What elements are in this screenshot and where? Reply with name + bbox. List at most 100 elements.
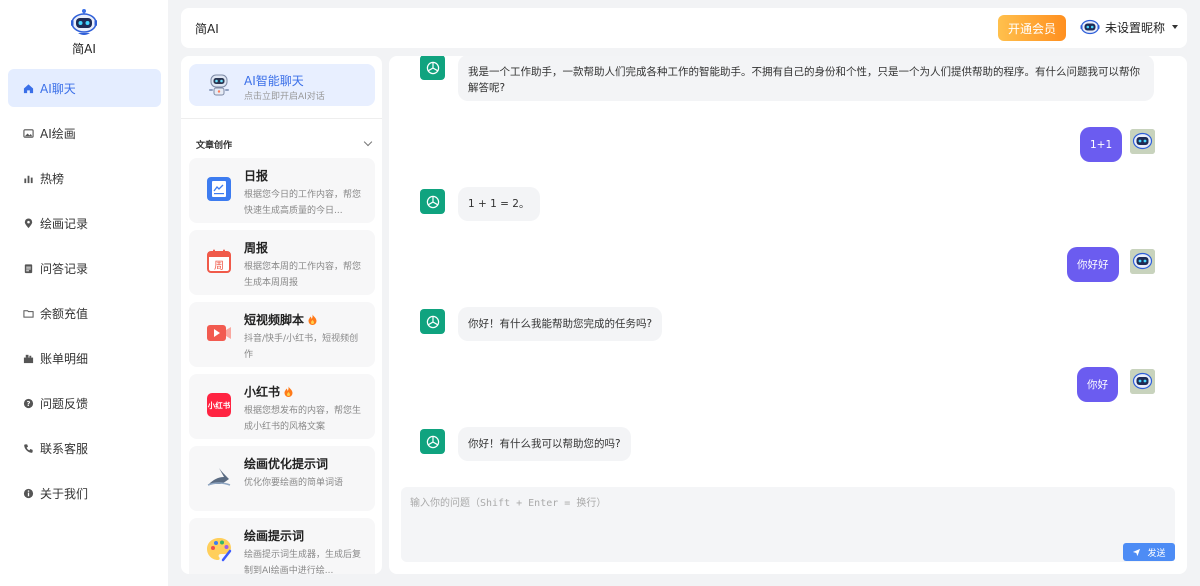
ai-message: 我是一个工作助手，一款帮助人们完成各种工作的智能助手。不拥有自己的身份和个性，只… [458, 56, 1154, 101]
xiaohongshu-icon: 小红书 [206, 392, 232, 418]
app-card-title: 短视频脚本 [244, 311, 317, 328]
ai-chat-entry[interactable]: AI智能聊天 点击立即开启AI对话 [189, 64, 375, 106]
nav-item-label: AI聊天 [40, 81, 76, 96]
nav-item-hot-list[interactable]: 热榜 [8, 159, 161, 197]
daily-report-icon [206, 176, 232, 202]
info-icon [22, 487, 34, 499]
sidebar: 简AI AI聊天 AI绘画 热榜 绘画记录 问答记录 余额充值 账单明细 ? 问… [0, 0, 168, 586]
nav-item-bill-details[interactable]: 账单明细 [8, 339, 161, 377]
svg-text:周: 周 [214, 260, 224, 272]
user-message: 1+1 [1080, 127, 1123, 162]
palette-icon [206, 536, 232, 562]
chevron-down-icon [363, 137, 373, 147]
app-card-title: 日报 [244, 169, 269, 183]
fire-icon [308, 314, 317, 325]
user-menu[interactable]: 未设置昵称 [1080, 17, 1179, 37]
app-card-drawing-prompt[interactable]: 绘画提示词 绘画提示词生成器，生成后复制到AI绘画中进行绘... [189, 518, 375, 574]
app-card-desc: 优化你要绘画的简单词语 [244, 478, 344, 488]
chatgpt-logo-icon [420, 189, 445, 214]
nav-item-label: 热榜 [40, 171, 65, 186]
nav-item-label: 联系客服 [40, 441, 89, 456]
app-card-desc: 根据您想发布的内容，帮您生成小红书的风格文案 [244, 406, 362, 432]
image-icon [22, 127, 34, 139]
section-header-article[interactable]: 文章创作 [196, 137, 373, 151]
apps-panel: AI智能聊天 点击立即开启AI对话 文章创作 日报 根据您今日的工作内容，帮您快… [181, 56, 382, 574]
section-title: 文章创作 [196, 141, 233, 151]
ai-message: 你好！有什么我可以帮助您的吗? [458, 427, 631, 461]
nav-item-label: 账单明细 [40, 351, 89, 366]
nav-item-contact-support[interactable]: 联系客服 [8, 429, 161, 467]
chatgpt-logo-icon [420, 309, 445, 334]
divider [181, 118, 382, 119]
app-card-drawing-prompt-optimize[interactable]: 绘画优化提示词 优化你要绘画的简单词语 [189, 446, 375, 511]
ai-message: 你好！有什么我能帮助您完成的任务吗? [458, 307, 663, 341]
app-card-xiaohongshu[interactable]: 小红书 小红书 根据您想发布的内容，帮您生成小红书的风格文案 [189, 374, 375, 439]
nav-item-label: 问答记录 [40, 261, 89, 276]
app-card-short-video-script[interactable]: 短视频脚本 抖音/快手/小红书，短视频创作 [189, 302, 375, 367]
app-card-desc: 根据您本周的工作内容，帮您生成本周周报 [244, 262, 362, 288]
app-card-title: 绘画提示词 [244, 529, 305, 543]
folder-icon [22, 307, 34, 319]
top-bar: 简AI 开通会员 未设置昵称 [181, 8, 1187, 48]
app-card-weekly-report[interactable]: 周 周报 根据您本周的工作内容，帮您生成本周周报 [189, 230, 375, 295]
fire-icon [284, 386, 293, 397]
shark-icon [206, 464, 232, 490]
nav-item-label: AI绘画 [40, 126, 76, 141]
home-icon [22, 82, 34, 94]
weekly-calendar-icon: 周 [206, 248, 232, 274]
nav-item-label: 关于我们 [40, 486, 89, 501]
question-icon: ? [22, 397, 34, 409]
nav-item-drawing-records[interactable]: 绘画记录 [8, 204, 161, 242]
open-vip-button[interactable]: 开通会员 [998, 15, 1066, 41]
chatgpt-logo-icon [420, 429, 445, 454]
ai-chat-entry-subtitle: 点击立即开启AI对话 [244, 92, 325, 102]
nav-item-label: 绘画记录 [40, 216, 89, 231]
app-card-title: 绘画优化提示词 [244, 457, 329, 471]
send-button[interactable]: 发送 [1123, 543, 1175, 561]
avatar [1080, 17, 1100, 37]
nav-item-recharge[interactable]: 余额充值 [8, 294, 161, 332]
app-card-daily-report[interactable]: 日报 根据您今日的工作内容，帮您快速生成高质量的今日... [189, 158, 375, 223]
app-card-desc: 根据您今日的工作内容，帮您快速生成高质量的今日... [244, 190, 362, 216]
nav-item-label: 问题反馈 [40, 396, 89, 411]
robot-icon [207, 72, 231, 98]
chatgpt-logo-icon [420, 56, 445, 80]
svg-text:?: ? [26, 399, 30, 407]
phone-icon [22, 442, 34, 454]
app-card-title: 小红书 [244, 383, 293, 400]
page-title: 简AI [195, 21, 219, 36]
app-card-desc: 绘画提示词生成器，生成后复制到AI绘画中进行绘... [244, 550, 362, 574]
user-avatar [1130, 129, 1155, 154]
nav-item-ai-drawing[interactable]: AI绘画 [8, 114, 161, 152]
nav-item-about-us[interactable]: 关于我们 [8, 474, 161, 512]
user-avatar [1130, 369, 1155, 394]
question-input[interactable] [401, 487, 1175, 562]
bar-chart-icon [22, 172, 34, 184]
user-message: 你好 [1077, 367, 1118, 402]
user-message: 你好好 [1067, 247, 1119, 282]
app-card-desc: 抖音/快手/小红书，短视频创作 [244, 334, 359, 360]
brand-name: 简AI [72, 42, 96, 56]
caret-down-icon [1172, 25, 1179, 29]
chat-area: 我是一个工作助手，一款帮助人们完成各种工作的智能助手。不拥有自己的身份和个性，只… [389, 56, 1187, 574]
clipboard-icon [22, 262, 34, 274]
bill-icon [22, 352, 34, 364]
send-label: 发送 [1147, 548, 1166, 559]
app-list: 日报 根据您今日的工作内容，帮您快速生成高质量的今日... 周 周报 根据您本周… [189, 158, 375, 574]
send-icon [1133, 548, 1141, 556]
nav-item-qa-records[interactable]: 问答记录 [8, 249, 161, 287]
robot-logo-icon [70, 8, 98, 38]
nav-list: AI聊天 AI绘画 热榜 绘画记录 问答记录 余额充值 账单明细 ? 问题反馈 … [8, 69, 161, 519]
svg-text:小红书: 小红书 [208, 400, 231, 410]
nav-item-ai-chat[interactable]: AI聊天 [8, 69, 161, 107]
video-icon [206, 320, 232, 346]
ai-message: 1 + 1 = 2。 [458, 187, 540, 221]
nav-item-feedback[interactable]: ? 问题反馈 [8, 384, 161, 422]
ai-chat-entry-title: AI智能聊天 [244, 74, 304, 88]
brand-logo[interactable]: 简AI [0, 8, 168, 57]
username: 未设置昵称 [1105, 20, 1166, 35]
location-pin-icon [22, 217, 34, 229]
app-card-title: 周报 [244, 241, 269, 255]
nav-item-label: 余额充值 [40, 306, 89, 321]
user-avatar [1130, 249, 1155, 274]
